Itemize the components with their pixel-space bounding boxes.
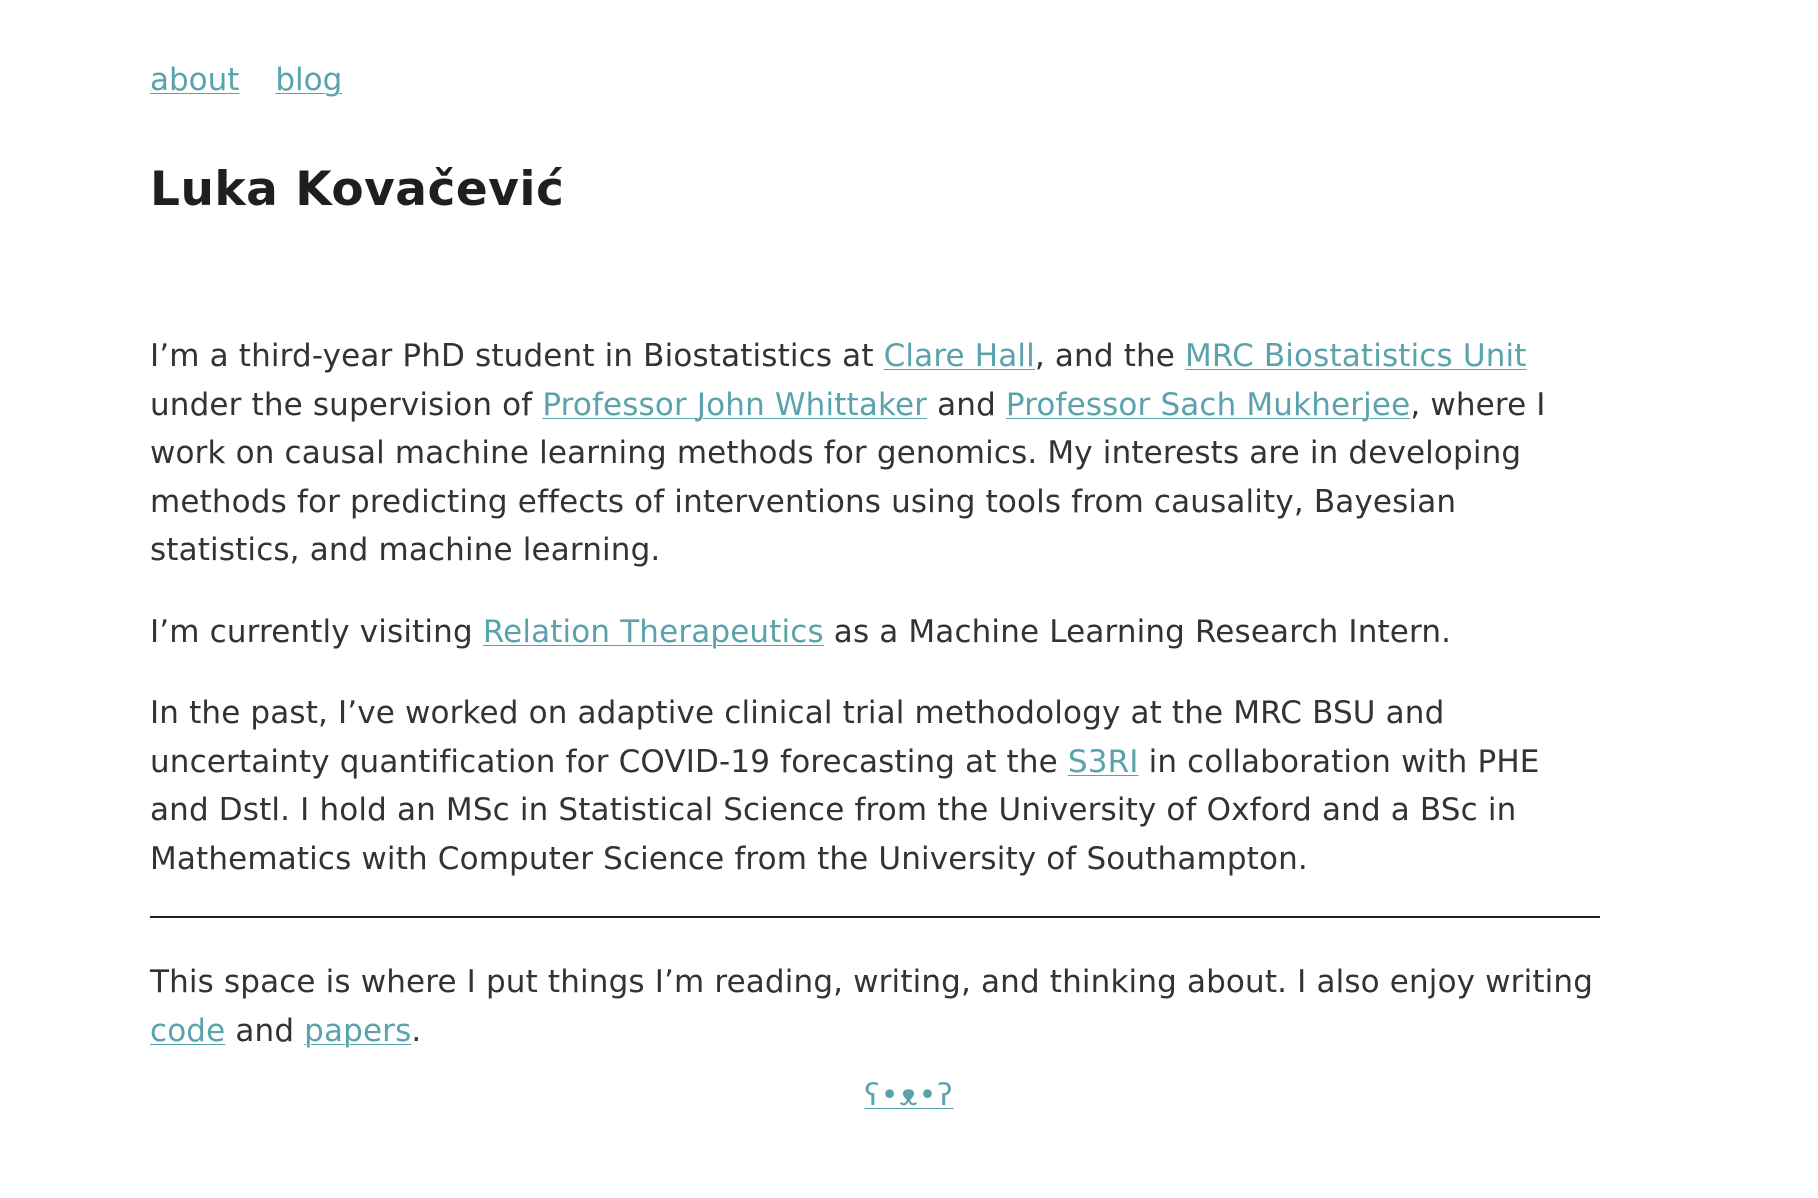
visiting-text-1: I’m currently visiting: [150, 613, 483, 650]
nav-blog-link[interactable]: blog: [275, 62, 342, 98]
main-content: I’m a third-year PhD student in Biostati…: [150, 332, 1600, 1088]
top-nav: about blog: [150, 62, 1600, 110]
nav-about-link[interactable]: about: [150, 62, 239, 98]
space-paragraph: This space is where I put things I’m rea…: [150, 958, 1600, 1055]
space-text-3: .: [411, 1012, 422, 1049]
visiting-paragraph: I’m currently visiting Relation Therapeu…: [150, 608, 1600, 657]
section-divider: [150, 916, 1600, 918]
footer: ʕ•ᴥ•ʔ: [0, 1078, 1818, 1113]
space-text-2: and: [225, 1012, 305, 1049]
intro-text-2: , and the: [1034, 338, 1186, 374]
code-link[interactable]: code: [150, 1013, 225, 1049]
relation-therapeutics-link[interactable]: Relation Therapeutics: [483, 614, 824, 650]
mukherjee-link[interactable]: Professor Sach Mukherjee: [1006, 387, 1410, 423]
visiting-text-2: as a Machine Learning Research Intern.: [823, 613, 1452, 650]
intro-text-4: and: [927, 386, 1006, 423]
papers-link[interactable]: papers: [304, 1013, 411, 1049]
bear-emoticon-link[interactable]: ʕ•ᴥ•ʔ: [864, 1078, 953, 1113]
page: about blog Luka Kovačević I’m a third-ye…: [150, 62, 1600, 1049]
intro-text-1: I’m a third-year PhD student in Biostati…: [150, 338, 884, 374]
whittaker-link[interactable]: Professor John Whittaker: [542, 387, 927, 423]
space-text-1: This space is where I put things I’m rea…: [150, 964, 1594, 1000]
page-title: Luka Kovačević: [150, 162, 565, 217]
clare-hall-link[interactable]: Clare Hall: [884, 338, 1035, 374]
past-paragraph: In the past, I’ve worked on adaptive cli…: [150, 689, 1600, 883]
intro-text-3: under the supervision of: [150, 386, 543, 423]
s3ri-link[interactable]: S3RI: [1068, 744, 1139, 780]
mrc-bsu-link[interactable]: MRC Biostatistics Unit: [1185, 338, 1527, 374]
intro-paragraph: I’m a third-year PhD student in Biostati…: [150, 332, 1600, 575]
